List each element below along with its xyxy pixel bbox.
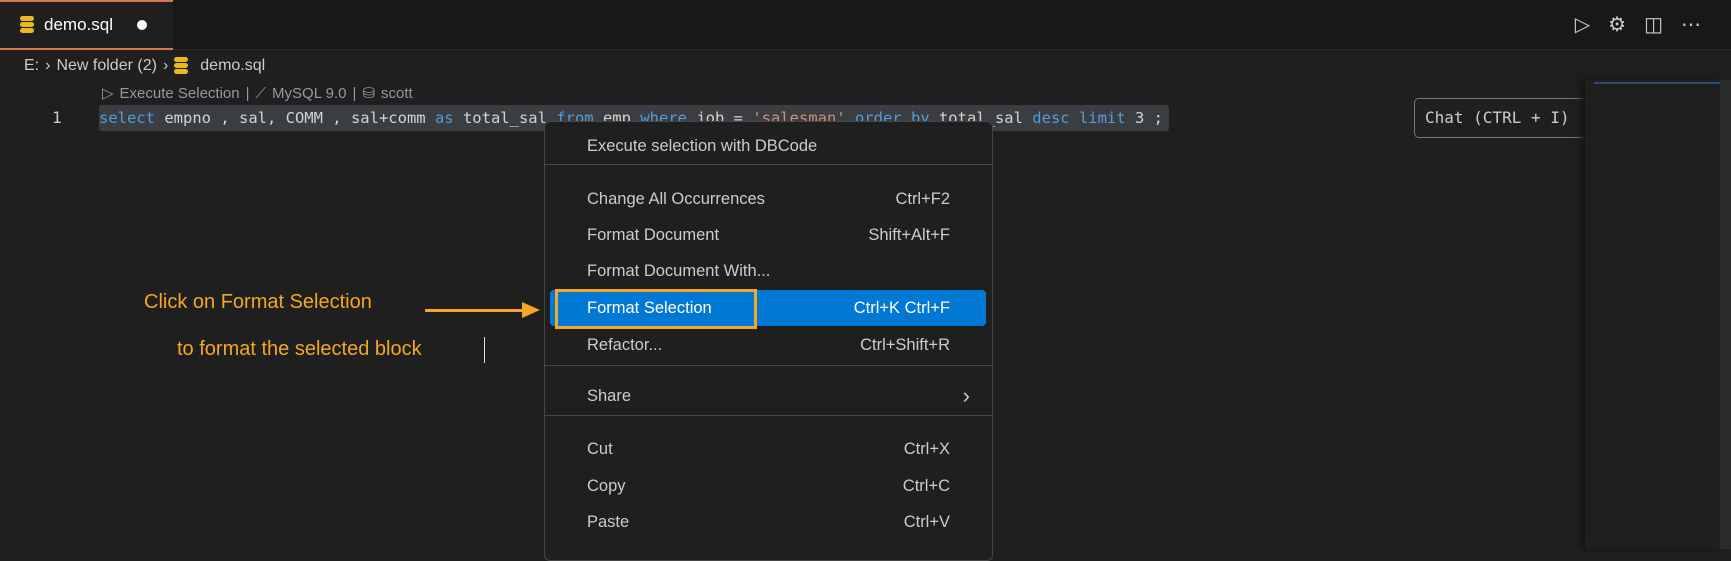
menu-item-label: Change All Occurrences: [587, 189, 765, 208]
tab-bar: demo.sql ▷ ⚙ ◫ ⋯: [0, 0, 1731, 50]
menu-item-paste[interactable]: Paste Ctrl+V: [550, 504, 986, 540]
breadcrumb: E: › New folder (2) › demo.sql: [24, 57, 265, 75]
menu-separator: [545, 365, 992, 366]
menu-item-copy[interactable]: Copy Ctrl+C: [550, 468, 986, 504]
database-icon: [20, 16, 34, 34]
breadcrumb-file[interactable]: demo.sql: [200, 57, 265, 75]
menu-item-label: Cut: [587, 439, 613, 458]
menu-item-shortcut: Ctrl+K Ctrl+F: [853, 298, 950, 317]
annotation-arrow: [425, 309, 525, 312]
breadcrumb-folder[interactable]: New folder (2): [56, 57, 156, 75]
menu-item-format-document[interactable]: Format Document Shift+Alt+F: [550, 217, 986, 253]
menu-item-label: Share: [587, 386, 632, 405]
menu-item-label: Paste: [587, 512, 630, 531]
menu-item-share[interactable]: Share ›: [550, 378, 986, 414]
arrow-head-icon: [522, 302, 540, 318]
breadcrumb-drive[interactable]: E:: [24, 57, 39, 75]
unsaved-dot-icon[interactable]: [136, 20, 147, 30]
code-token: empno , sal, COMM , sal+comm: [155, 109, 435, 127]
text-cursor: [484, 337, 485, 363]
code-token: 3 ;: [1125, 109, 1163, 127]
tab-demo-sql[interactable]: demo.sql: [0, 0, 173, 50]
menu-item-cut[interactable]: Cut Ctrl+X: [550, 431, 986, 467]
gear-icon[interactable]: ⚙: [1608, 12, 1626, 37]
play-icon[interactable]: ▷: [1575, 12, 1590, 37]
menu-item-format-document-with[interactable]: Format Document With...: [550, 253, 986, 289]
menu-item-label: Refactor...: [587, 335, 663, 354]
menu-item-refactor[interactable]: Refactor... Ctrl+Shift+R: [550, 327, 986, 363]
codelens: ▷ Execute Selection | ⟋ MySQL 9.0 | ⛁ scot…: [102, 84, 413, 103]
connection-link[interactable]: MySQL 9.0: [272, 85, 346, 102]
menu-item-label: Format Document: [587, 225, 720, 244]
execute-selection-link[interactable]: Execute Selection: [120, 85, 240, 102]
chevron-right-icon: ›: [45, 57, 51, 74]
annotation-line1: Click on Format Selection: [144, 291, 372, 313]
annotation-line2: to format the selected block: [177, 338, 422, 360]
menu-item-shortcut: Ctrl+C: [902, 476, 950, 495]
menu-item-shortcut: Ctrl+F2: [895, 189, 950, 208]
chevron-right-icon: ›: [162, 57, 169, 74]
code-token: total_sal: [453, 109, 557, 127]
more-icon[interactable]: ⋯: [1681, 12, 1701, 37]
tab-label: demo.sql: [44, 15, 113, 34]
chevron-right-icon: ›: [962, 383, 970, 408]
minimap[interactable]: [1585, 80, 1720, 549]
menu-item-change-all-occurrences[interactable]: Change All Occurrences Ctrl+F2: [550, 181, 986, 217]
line-number: 1: [52, 108, 62, 127]
menu-item-label: Execute selection with DBCode: [587, 136, 818, 155]
database-icon: [174, 57, 189, 75]
user-link[interactable]: scott: [381, 85, 413, 102]
code-token: select: [99, 109, 155, 127]
menu-item-label: Copy: [587, 476, 626, 495]
database-cylinder-icon: ⛁: [362, 85, 376, 102]
menu-separator: [545, 415, 992, 416]
play-icon: ▷: [102, 85, 114, 102]
menu-item-execute-selection-with-dbcode[interactable]: Execute selection with DBCode: [550, 128, 986, 164]
chat-hint[interactable]: Chat (CTRL + I): [1414, 98, 1604, 138]
code-token: as: [434, 109, 454, 127]
menu-item-label: Format Document With...: [587, 261, 771, 280]
mysql-icon: ⟋: [255, 84, 267, 102]
split-editor-icon[interactable]: ◫: [1644, 12, 1663, 37]
menu-item-shortcut: Ctrl+X: [903, 439, 950, 458]
context-menu: Execute selection with DBCode Change All …: [544, 121, 993, 561]
menu-item-shortcut: Ctrl+V: [903, 512, 950, 531]
menu-item-shortcut: Shift+Alt+F: [868, 225, 950, 244]
annotation-highlight-box: [555, 289, 757, 329]
menu-separator: [545, 164, 992, 165]
menu-item-shortcut: Ctrl+Shift+R: [860, 335, 950, 354]
scrollbar[interactable]: [1720, 80, 1731, 549]
code-token: desc limit: [1032, 109, 1126, 127]
